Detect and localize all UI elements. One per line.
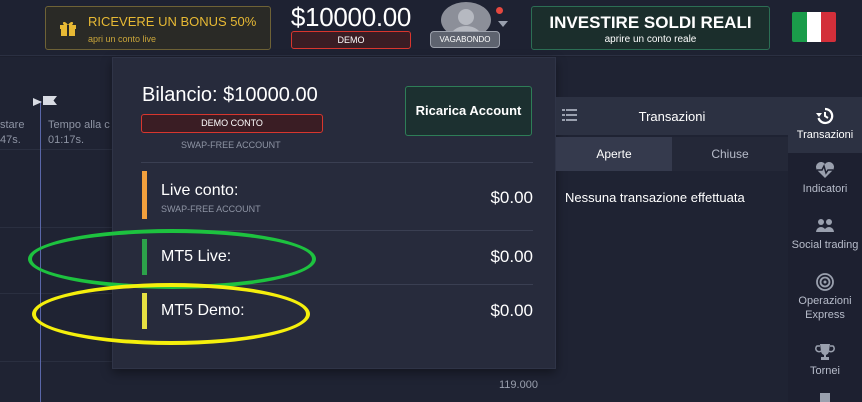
flag-stripe-red [821,12,836,42]
account-name: Live conto: [161,182,239,199]
bonus-title: RICEVERE UN BONUS 50% [88,14,257,29]
invest-title: INVESTIRE SOLDI REALI [549,13,752,32]
username-badge[interactable]: VAGABONDO [430,31,500,48]
price-label: 119.000 [499,379,538,391]
account-amount: $0.00 [490,188,533,207]
flag-stripe-green [792,12,807,42]
italy-flag-icon[interactable] [792,12,836,42]
users-icon [816,219,834,232]
tab-open[interactable]: Aperte [556,137,672,171]
recharge-account-button[interactable]: Ricarica Account [405,86,532,136]
sidebar-label-line-2: Express [805,309,845,321]
panel-balance: Bilancio: $10000.00 [142,84,318,106]
grid-line [0,227,112,228]
account-amount: $0.00 [490,247,533,266]
notification-dot [496,7,503,14]
invest-subtitle: aprire un conto reale [604,34,697,45]
transactions-header: Transazioni [556,97,788,135]
top-bar: RICEVERE UN BONUS 50% apri un conto live… [0,0,862,56]
right-sidebar: Transazioni Indicatori Social trading Op… [788,97,862,402]
heartbeat-icon [816,162,834,178]
sidebar-label-line-1: Operazioni [798,295,852,307]
demo-account-badge[interactable]: DEMO CONTO [141,114,323,133]
finish-flag-icon [43,96,57,105]
tab-closed[interactable]: Chiuse [672,137,788,171]
gift-icon [60,21,76,36]
transactions-tabs: Aperte Chiuse [556,137,788,171]
bonus-banner-button[interactable]: RICEVERE UN BONUS 50% apri un conto live [45,6,271,50]
sidebar-item-express[interactable]: Operazioni Express [788,273,862,335]
trophy-icon [815,344,835,360]
more-icon [820,393,830,402]
chart-label-2: Tempo alla c [48,119,110,131]
green-highlight-ellipse [28,229,316,289]
sidebar-item-indicators[interactable]: Indicatori [788,161,862,209]
account-sub: SWAP-FREE ACCOUNT [161,204,261,214]
chevron-down-icon[interactable] [498,21,508,27]
sidebar-label: Indicatori [802,183,848,195]
invest-real-money-button[interactable]: INVESTIRE SOLDI REALI aprire un conto re… [531,6,770,50]
account-mode-badge[interactable]: DEMO [291,31,411,49]
transactions-title: Transazioni [638,109,706,124]
grid-line [0,361,112,362]
sidebar-item-tournaments[interactable]: Tornei [788,343,862,391]
chart-label-2-time: 01:17s. [48,134,85,146]
bonus-subtitle: apri un conto live [88,34,157,44]
start-flag-icon [33,98,42,106]
account-amount: $0.00 [490,301,533,320]
sidebar-item-social-trading[interactable]: Social trading [788,217,862,265]
header-balance[interactable]: $10000.00 [290,2,412,33]
sidebar-label: Transazioni [796,129,854,141]
flag-stripe-white [806,12,822,42]
history-icon [816,107,834,125]
sidebar-item-transactions[interactable]: Transazioni [788,97,862,153]
empty-transactions-message: Nessuna transazione effettuata [565,190,745,205]
grid-line [0,149,112,150]
yellow-highlight-ellipse [32,283,310,345]
sidebar-label: Social trading [791,239,859,251]
account-row-live[interactable]: Live conto: SWAP-FREE ACCOUNT $0.00 [141,162,533,230]
chart-label-1-time: 47s. [0,134,21,146]
swap-free-label: SWAP-FREE ACCOUNT [181,140,281,150]
account-color-bar [142,171,147,219]
target-icon [816,273,834,291]
chart-label-1: stare [0,119,25,131]
sidebar-label: Tornei [810,365,840,377]
